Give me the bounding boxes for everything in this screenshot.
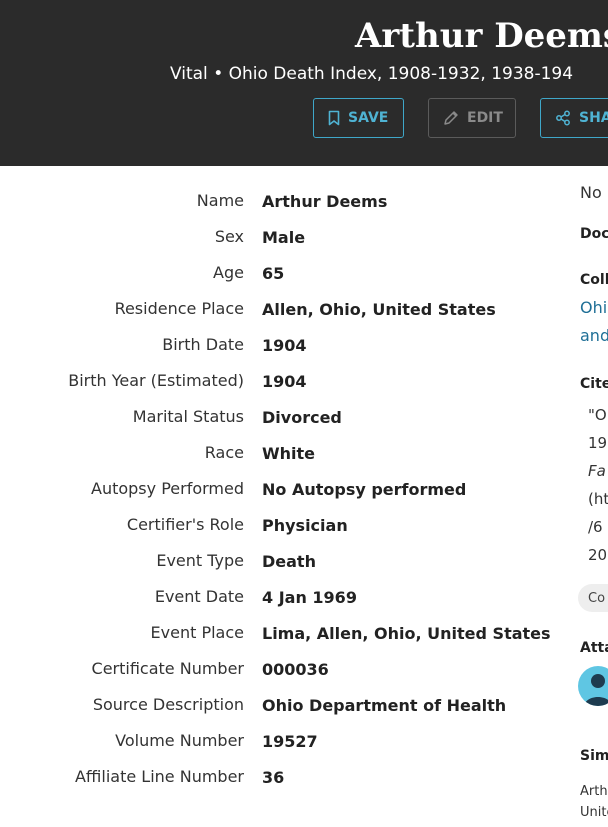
detail-value: Arthur Deems: [262, 192, 388, 211]
detail-label: Residence Place: [114, 299, 244, 318]
detail-value: 36: [262, 768, 285, 787]
detail-value: Physician: [262, 516, 348, 535]
citation-line: 19: [588, 434, 608, 452]
citation-line: 20: [588, 546, 608, 564]
citation-line: "O: [588, 406, 607, 424]
detail-label: Volume Number: [115, 731, 244, 750]
copy-citation-label: Co: [588, 590, 606, 606]
detail-row-race: Race White: [0, 435, 560, 471]
detail-label: Birth Date: [162, 335, 244, 354]
detail-value: Male: [262, 228, 306, 247]
similar-record-name[interactable]: Arth: [580, 784, 608, 799]
save-button-label: SAVE: [348, 110, 389, 126]
detail-row-marital-status: Marital Status Divorced: [0, 399, 560, 435]
save-button[interactable]: SAVE: [313, 98, 404, 138]
collection-link-continued[interactable]: and: [580, 326, 608, 345]
edit-button-label: EDIT: [467, 110, 503, 126]
detail-row-birth-year: Birth Year (Estimated) 1904: [0, 363, 560, 399]
share-icon: [556, 110, 570, 126]
detail-label: Name: [196, 191, 244, 210]
document-heading: Doc: [580, 226, 608, 242]
detail-label: Event Date: [154, 587, 244, 606]
detail-value: 4 Jan 1969: [262, 588, 357, 607]
detail-value: Divorced: [262, 408, 342, 427]
detail-label: Sex: [214, 227, 244, 246]
detail-value: 1904: [262, 372, 307, 391]
detail-row-certificate-number: Certificate Number 000036: [0, 651, 560, 687]
detail-row-event-type: Event Type Death: [0, 543, 560, 579]
detail-value: No Autopsy performed: [262, 480, 467, 499]
citation-line: Fa: [588, 462, 606, 480]
copy-citation-button[interactable]: Co: [578, 584, 608, 612]
share-button-label: SHA: [579, 110, 608, 126]
bookmark-icon: [328, 110, 340, 126]
detail-label: Birth Year (Estimated): [68, 371, 244, 390]
share-button[interactable]: SHA: [540, 98, 608, 138]
citation-heading: Cite: [580, 376, 608, 392]
detail-row-residence-place: Residence Place Allen, Ohio, United Stat…: [0, 291, 560, 327]
detail-row-sex: Sex Male: [0, 219, 560, 255]
detail-value: Lima, Allen, Ohio, United States: [262, 624, 551, 643]
detail-row-volume-number: Volume Number 19527: [0, 723, 560, 759]
detail-label: Certificate Number: [91, 659, 244, 678]
pencil-icon: [444, 111, 458, 125]
similar-heading: Sim: [580, 748, 608, 764]
detail-value: Allen, Ohio, United States: [262, 300, 496, 319]
detail-value: 19527: [262, 732, 318, 751]
detail-value: Ohio Department of Health: [262, 696, 507, 715]
detail-row-birth-date: Birth Date 1904: [0, 327, 560, 363]
detail-label: Certifier's Role: [126, 515, 244, 534]
edit-button[interactable]: EDIT: [428, 98, 516, 138]
detail-row-age: Age 65: [0, 255, 560, 291]
collection-heading: Coll: [580, 272, 608, 288]
detail-value: 65: [262, 264, 285, 283]
detail-value: White: [262, 444, 316, 463]
citation-line: /6: [588, 518, 603, 536]
detail-label: Marital Status: [132, 407, 244, 426]
detail-row-name: Name Arthur Deems: [0, 183, 560, 219]
similar-record-place: Unite: [580, 805, 608, 820]
detail-value: 000036: [262, 660, 329, 679]
sidebar-no-text: No: [580, 183, 602, 202]
detail-value: Death: [262, 552, 316, 571]
collection-link[interactable]: Ohio: [580, 298, 608, 317]
detail-label: Age: [213, 263, 244, 282]
detail-label: Source Description: [92, 695, 244, 714]
detail-label: Affiliate Line Number: [74, 767, 244, 786]
detail-label: Event Place: [150, 623, 244, 642]
detail-row-event-place: Event Place Lima, Allen, Ohio, United St…: [0, 615, 560, 651]
detail-row-autopsy-performed: Autopsy Performed No Autopsy performed: [0, 471, 560, 507]
record-header: Arthur Deems Vital • Ohio Death Index, 1…: [0, 0, 608, 166]
record-title: Arthur Deems: [355, 16, 608, 56]
record-details: Name Arthur Deems Sex Male Age 65 Reside…: [0, 183, 560, 795]
detail-value: 1904: [262, 336, 307, 355]
detail-row-event-date: Event Date 4 Jan 1969: [0, 579, 560, 615]
attached-heading: Atta: [580, 640, 608, 656]
detail-label: Race: [204, 443, 244, 462]
person-avatar[interactable]: [578, 666, 608, 706]
citation-line: (ht: [588, 490, 608, 508]
detail-row-source-description: Source Description Ohio Department of He…: [0, 687, 560, 723]
person-icon: [584, 674, 608, 706]
detail-label: Autopsy Performed: [91, 479, 244, 498]
detail-label: Event Type: [156, 551, 244, 570]
record-subtitle: Vital • Ohio Death Index, 1908-1932, 193…: [170, 64, 574, 84]
detail-row-affiliate-line-number: Affiliate Line Number 36: [0, 759, 560, 795]
detail-row-certifier-role: Certifier's Role Physician: [0, 507, 560, 543]
